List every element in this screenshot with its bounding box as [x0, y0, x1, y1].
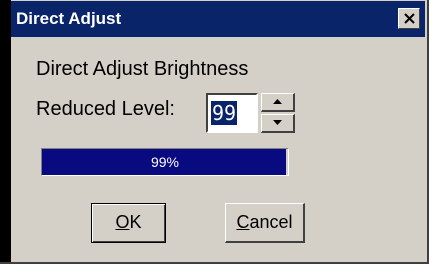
- brightness-progress-bar: 99%: [41, 148, 289, 176]
- spin-down-button[interactable]: [261, 114, 295, 133]
- arrow-up-icon: [273, 99, 282, 104]
- close-button[interactable]: [398, 8, 420, 29]
- spin-up-button[interactable]: [261, 93, 295, 112]
- cancel-label-rest: ancel: [249, 212, 293, 232]
- heading-label: Direct Adjust Brightness: [36, 58, 249, 80]
- cancel-button[interactable]: Cancel: [225, 203, 305, 243]
- ok-label-rest: K: [129, 212, 142, 232]
- reduced-level-input[interactable]: 99: [206, 93, 258, 133]
- ok-mnemonic: O: [115, 212, 130, 232]
- arrow-down-icon: [273, 120, 282, 125]
- reduced-level-label: Reduced Level:: [36, 98, 175, 120]
- title-bar[interactable]: Direct Adjust: [11, 1, 425, 37]
- window-title: Direct Adjust: [16, 9, 122, 28]
- reduced-level-value: 99: [211, 101, 238, 125]
- close-icon: [404, 13, 415, 24]
- cancel-mnemonic: C: [236, 212, 250, 232]
- ok-button[interactable]: OK: [91, 203, 166, 243]
- direct-adjust-dialog: Direct Adjust Direct Adjust Brightness R…: [0, 0, 429, 264]
- window-edge: [0, 0, 11, 262]
- progress-text: 99%: [150, 154, 180, 170]
